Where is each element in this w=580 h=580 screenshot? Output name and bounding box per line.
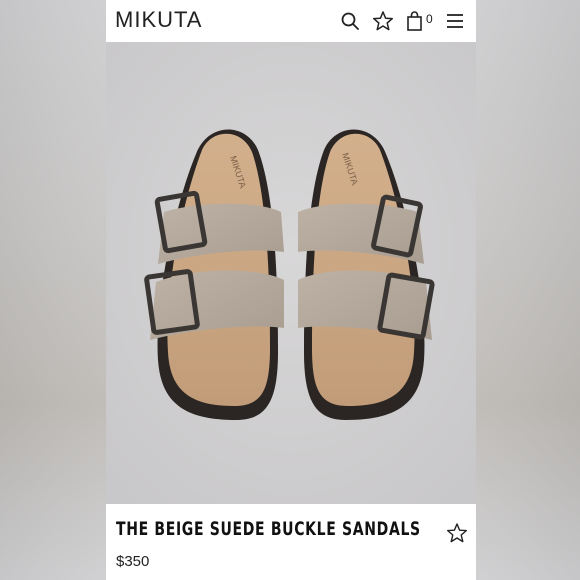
search-icon[interactable] [339,10,361,32]
right-backdrop [474,0,580,580]
star-icon[interactable] [372,10,394,32]
product-title: THE BEIGE SUEDE BUCKLE SANDALS [116,518,421,540]
product-image[interactable]: MIKUTA MIKUTA [106,42,476,504]
menu-icon[interactable] [444,10,466,32]
cart-count-badge: 0 [426,12,433,26]
top-navigation-bar: MIKUTA 0 [106,0,476,42]
product-price: $350 [116,553,150,570]
product-info: THE BEIGE SUEDE BUCKLE SANDALS $350 [106,504,476,580]
app-screen: MIKUTA 0 MIKUTA MIKUTA THE BEIGE SUEDE B… [106,0,476,580]
left-backdrop [0,0,106,580]
favorite-star-icon[interactable] [446,522,468,544]
brand-logo[interactable]: MIKUTA [115,7,202,33]
shopping-bag-icon[interactable] [404,10,426,32]
